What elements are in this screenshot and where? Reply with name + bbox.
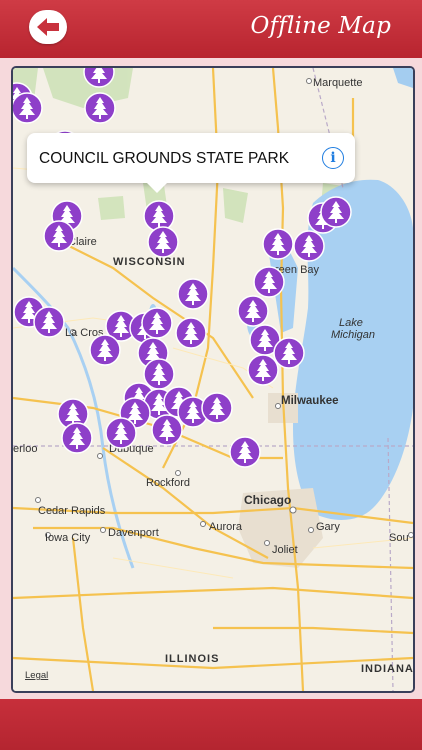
tree-pin-icon[interactable] [84,92,116,124]
label-lake: Lake [339,317,363,329]
label-sou: Sou [389,532,409,544]
label-indiana: INDIANA [361,663,413,675]
label-aurora: Aurora [209,521,243,533]
map-view[interactable]: Marquette Claire WISCONSIN reen Bay Lake… [11,66,415,693]
page-title: Offline Map [250,13,391,39]
tree-pin-icon[interactable] [293,230,325,262]
header-bar: Offline Map [0,0,422,58]
tree-pin-icon[interactable] [61,422,93,454]
label-gary: Gary [316,521,340,533]
tree-pin-icon[interactable] [175,317,207,349]
tree-pin-icon[interactable] [13,92,43,124]
label-chicago: Chicago [244,493,291,507]
label-joliet: Joliet [272,544,298,556]
tree-pin-icon[interactable] [141,307,173,339]
tree-pin-icon[interactable] [105,417,137,449]
location-callout[interactable]: COUNCIL GROUNDS STATE PARK i [27,133,355,193]
tree-pin-icon[interactable] [262,228,294,260]
tree-pin-icon[interactable] [177,278,209,310]
label-iowa-city: Iowa City [45,532,91,544]
tree-pin-icon[interactable] [143,200,175,232]
back-arrow-icon [37,18,59,36]
bottom-bar [0,699,422,750]
tree-pin-icon[interactable] [229,436,261,468]
tree-pin-icon[interactable] [247,354,279,386]
tree-pin-icon[interactable] [273,337,305,369]
back-button[interactable] [29,10,67,44]
label-rockford: Rockford [146,477,190,489]
tree-pin-icon[interactable] [33,306,65,338]
label-davenport: Davenport [108,527,159,539]
tree-pin-icon[interactable] [151,414,183,446]
tree-pin-icon[interactable] [201,392,233,424]
tree-pin-icon[interactable] [89,334,121,366]
tree-pin-icon[interactable] [147,226,179,258]
tree-pin-icon[interactable] [43,220,75,252]
label-michigan: Michigan [331,329,375,341]
legal-link[interactable]: Legal [25,670,48,681]
label-marquette: Marquette [313,77,363,89]
label-wisconsin: WISCONSIN [113,256,186,268]
callout-title: COUNCIL GROUNDS STATE PARK [39,150,290,167]
label-milwaukee: Milwaukee [281,395,339,407]
tree-pin-icon[interactable] [253,266,285,298]
tree-pin-icon[interactable] [320,196,352,228]
label-cedar-rapids: Cedar Rapids [38,505,106,517]
label-illinois: ILLINOIS [165,653,219,665]
info-icon[interactable]: i [322,147,344,169]
tree-pin-icon[interactable] [143,358,175,390]
tree-pin-icon[interactable] [237,295,269,327]
label-erloo: erloo [13,443,37,455]
